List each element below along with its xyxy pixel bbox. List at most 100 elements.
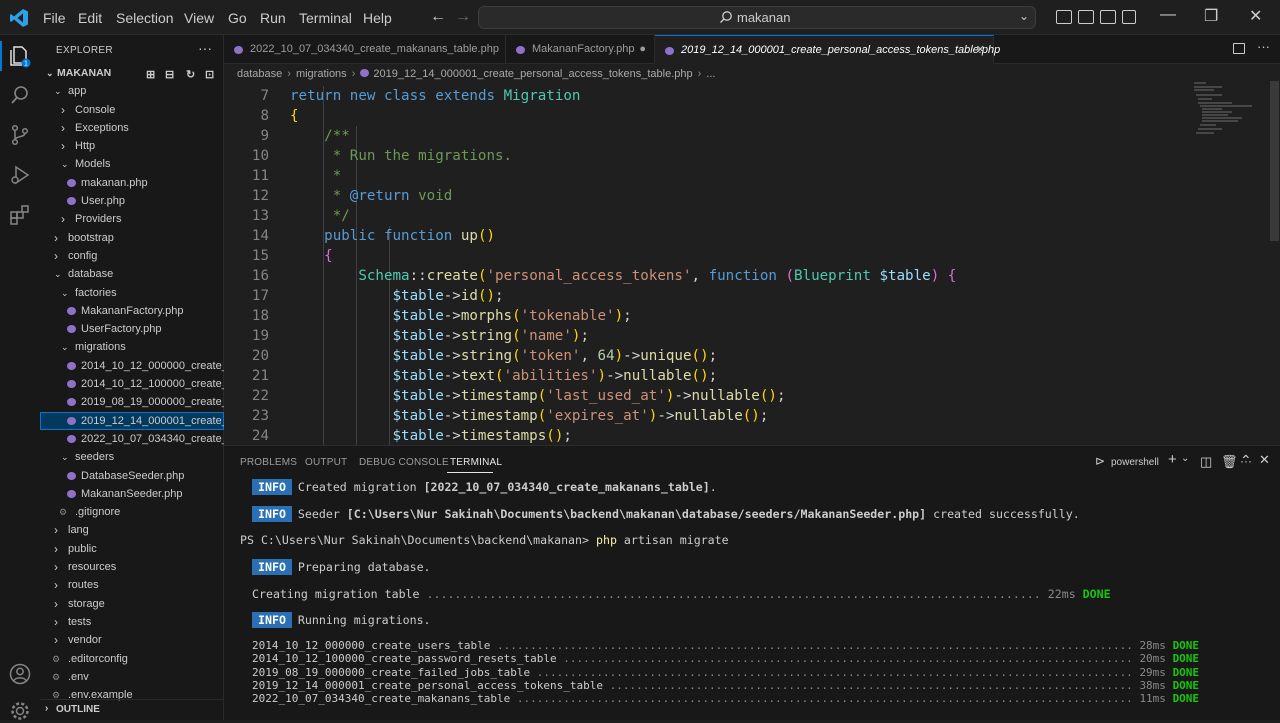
- refresh-icon[interactable]: ↻: [186, 66, 195, 82]
- search-icon[interactable]: [8, 83, 32, 107]
- tree-folder[interactable]: › vendor: [40, 631, 224, 649]
- tree-folder[interactable]: › routes: [40, 576, 224, 594]
- editor-scrollbar[interactable]: [1270, 81, 1279, 241]
- toggle-sidebar-icon[interactable]: [1056, 10, 1072, 24]
- tree-file[interactable]: DatabaseSeeder.php: [40, 467, 224, 485]
- tree-file[interactable]: UserFactory.php: [40, 320, 224, 338]
- forward-arrow-icon[interactable]: →: [455, 8, 471, 26]
- trash-icon[interactable]: 🗑: [1221, 454, 1238, 470]
- accounts-icon[interactable]: [8, 662, 32, 686]
- tree-item-label: migrations: [75, 341, 126, 354]
- menu-edit[interactable]: Edit: [78, 10, 102, 26]
- tree-file[interactable]: 2022_10_07_034340_create_...: [40, 430, 224, 448]
- search-icon: [720, 11, 732, 23]
- tree-folder[interactable]: ⌄ database: [40, 265, 224, 283]
- tree-folder[interactable]: ⌄ app: [40, 82, 224, 100]
- split-editor-icon[interactable]: [1233, 43, 1245, 54]
- unsaved-dot-icon[interactable]: ●: [639, 35, 646, 64]
- code-line: 11 *: [224, 166, 1264, 186]
- tree-folder[interactable]: › public: [40, 540, 224, 558]
- split-terminal-icon[interactable]: ◫: [1200, 454, 1212, 470]
- tree-folder[interactable]: › config: [40, 247, 224, 265]
- tree-folder[interactable]: › bootstrap: [40, 229, 224, 247]
- close-panel-icon[interactable]: ✕: [1259, 452, 1270, 468]
- minimap[interactable]: [1192, 81, 1262, 141]
- tree-folder[interactable]: › lang: [40, 521, 224, 539]
- tree-folder[interactable]: › storage: [40, 595, 224, 613]
- editor-tabs: 2022_10_07_034340_create_makanans_table.…: [224, 35, 1280, 64]
- tree-file[interactable]: 2019_08_19_000000_create_...: [40, 393, 224, 411]
- back-arrow-icon[interactable]: ←: [430, 8, 446, 26]
- tab-problems[interactable]: PROBLEMS: [240, 457, 297, 468]
- restore-icon[interactable]: ❐: [1204, 6, 1218, 26]
- explorer-icon[interactable]: 1: [8, 44, 32, 68]
- more-actions-icon[interactable]: ···: [198, 40, 212, 56]
- new-file-icon[interactable]: ⊞: [146, 66, 155, 82]
- tree-file[interactable]: MakananFactory.php: [40, 302, 224, 320]
- tree-file[interactable]: 2014_10_12_100000_create_...: [40, 375, 224, 393]
- tree-folder[interactable]: › resources: [40, 558, 224, 576]
- tree-folder[interactable]: ⌄ seeders: [40, 448, 224, 466]
- command-center-search[interactable]: makanan ⌄: [478, 6, 1036, 29]
- tab-terminal[interactable]: TERMINAL: [450, 457, 502, 468]
- tree-folder[interactable]: › Console: [40, 101, 224, 119]
- menu-run[interactable]: Run: [260, 10, 286, 26]
- tab-output[interactable]: OUTPUT: [305, 457, 347, 468]
- tree-file[interactable]: 2014_10_12_000000_create_...: [40, 357, 224, 375]
- minimize-icon[interactable]: —: [1160, 6, 1176, 24]
- breadcrumb-database[interactable]: database: [237, 68, 282, 80]
- menu-file[interactable]: File: [43, 10, 66, 26]
- tree-file[interactable]: makanan.php: [40, 174, 224, 192]
- chevron-up-icon[interactable]: ⌃: [1240, 452, 1252, 469]
- chevron-down-icon[interactable]: ⌄: [1181, 453, 1189, 464]
- terminal-output[interactable]: INFO Created migration [2022_10_07_034340…: [224, 476, 1280, 721]
- tab-makanan-factory[interactable]: MakananFactory.php ●: [506, 35, 655, 64]
- toggle-secondary-sidebar-icon[interactable]: [1100, 10, 1116, 24]
- toggle-panel-icon[interactable]: [1078, 10, 1094, 24]
- menu-help[interactable]: Help: [363, 10, 392, 26]
- tree-item-label: Models: [75, 158, 111, 171]
- tab-debug-console[interactable]: DEBUG CONSOLE: [359, 457, 449, 468]
- breadcrumb-file[interactable]: 2019_12_14_000001_create_personal_access…: [373, 68, 692, 80]
- tree-folder[interactable]: › Exceptions: [40, 119, 224, 137]
- tree-folder[interactable]: › Http: [40, 137, 224, 155]
- tree-file[interactable]: MakananSeeder.php: [40, 485, 224, 503]
- tree-file[interactable]: 2019_12_14_000001_create_...: [40, 411, 224, 430]
- tree-folder[interactable]: ⌄ migrations: [40, 338, 224, 356]
- close-tab-icon[interactable]: ✕: [976, 36, 985, 65]
- close-window-icon[interactable]: ✕: [1249, 6, 1262, 26]
- tree-folder[interactable]: ⌄ factories: [40, 284, 224, 302]
- tree-item-label: .editorconfig: [68, 652, 128, 665]
- gear-icon[interactable]: [8, 699, 32, 723]
- tree-file[interactable]: User.php: [40, 192, 224, 210]
- collapse-all-icon[interactable]: ⊡: [205, 66, 214, 82]
- tree-folder[interactable]: › Providers: [40, 210, 224, 228]
- chevron-down-icon[interactable]: ⌄: [1019, 9, 1029, 23]
- tree-root-folder[interactable]: ⌄ MAKANAN ⊞ ⊟ ↻ ⊡: [40, 64, 224, 82]
- code-editor[interactable]: 7 return new class extends Migration 8{9 /…: [224, 86, 1280, 446]
- more-actions-icon[interactable]: ···: [1257, 39, 1270, 54]
- customize-layout-icon[interactable]: [1122, 10, 1136, 24]
- tree-folder[interactable]: ⌄ Models: [40, 155, 224, 173]
- line-number: 20: [251, 348, 269, 364]
- menu-selection[interactable]: Selection: [116, 10, 174, 26]
- tree-folder[interactable]: › tests: [40, 613, 224, 631]
- menu-view[interactable]: View: [184, 10, 214, 26]
- tab-makanans-migration[interactable]: 2022_10_07_034340_create_makanans_table.…: [224, 35, 506, 64]
- menu-go[interactable]: Go: [228, 10, 247, 26]
- source-control-icon[interactable]: [8, 123, 32, 147]
- extensions-icon[interactable]: [8, 203, 32, 227]
- tree-file[interactable]: ⚙ .env: [40, 668, 224, 686]
- terminal-shell-label[interactable]: powershell: [1111, 457, 1159, 468]
- tab-personal-access-tokens[interactable]: 2019_12_14_000001_create_personal_access…: [655, 35, 1000, 65]
- tree-file[interactable]: ⚙ .editorconfig: [40, 650, 224, 668]
- breadcrumb-migrations[interactable]: migrations: [296, 68, 347, 80]
- terminal-prompt-line: PS C:\Users\Nur Sakinah\Documents\backen…: [240, 533, 729, 547]
- outline-section[interactable]: › OUTLINE: [40, 699, 224, 720]
- tree-file[interactable]: ⚙ .gitignore: [40, 503, 224, 521]
- new-folder-icon[interactable]: ⊟: [165, 66, 174, 82]
- breadcrumb-symbol[interactable]: ...: [706, 68, 715, 80]
- menu-terminal[interactable]: Terminal: [299, 10, 352, 26]
- new-terminal-icon[interactable]: +: [1168, 451, 1177, 468]
- run-debug-icon[interactable]: [8, 163, 32, 187]
